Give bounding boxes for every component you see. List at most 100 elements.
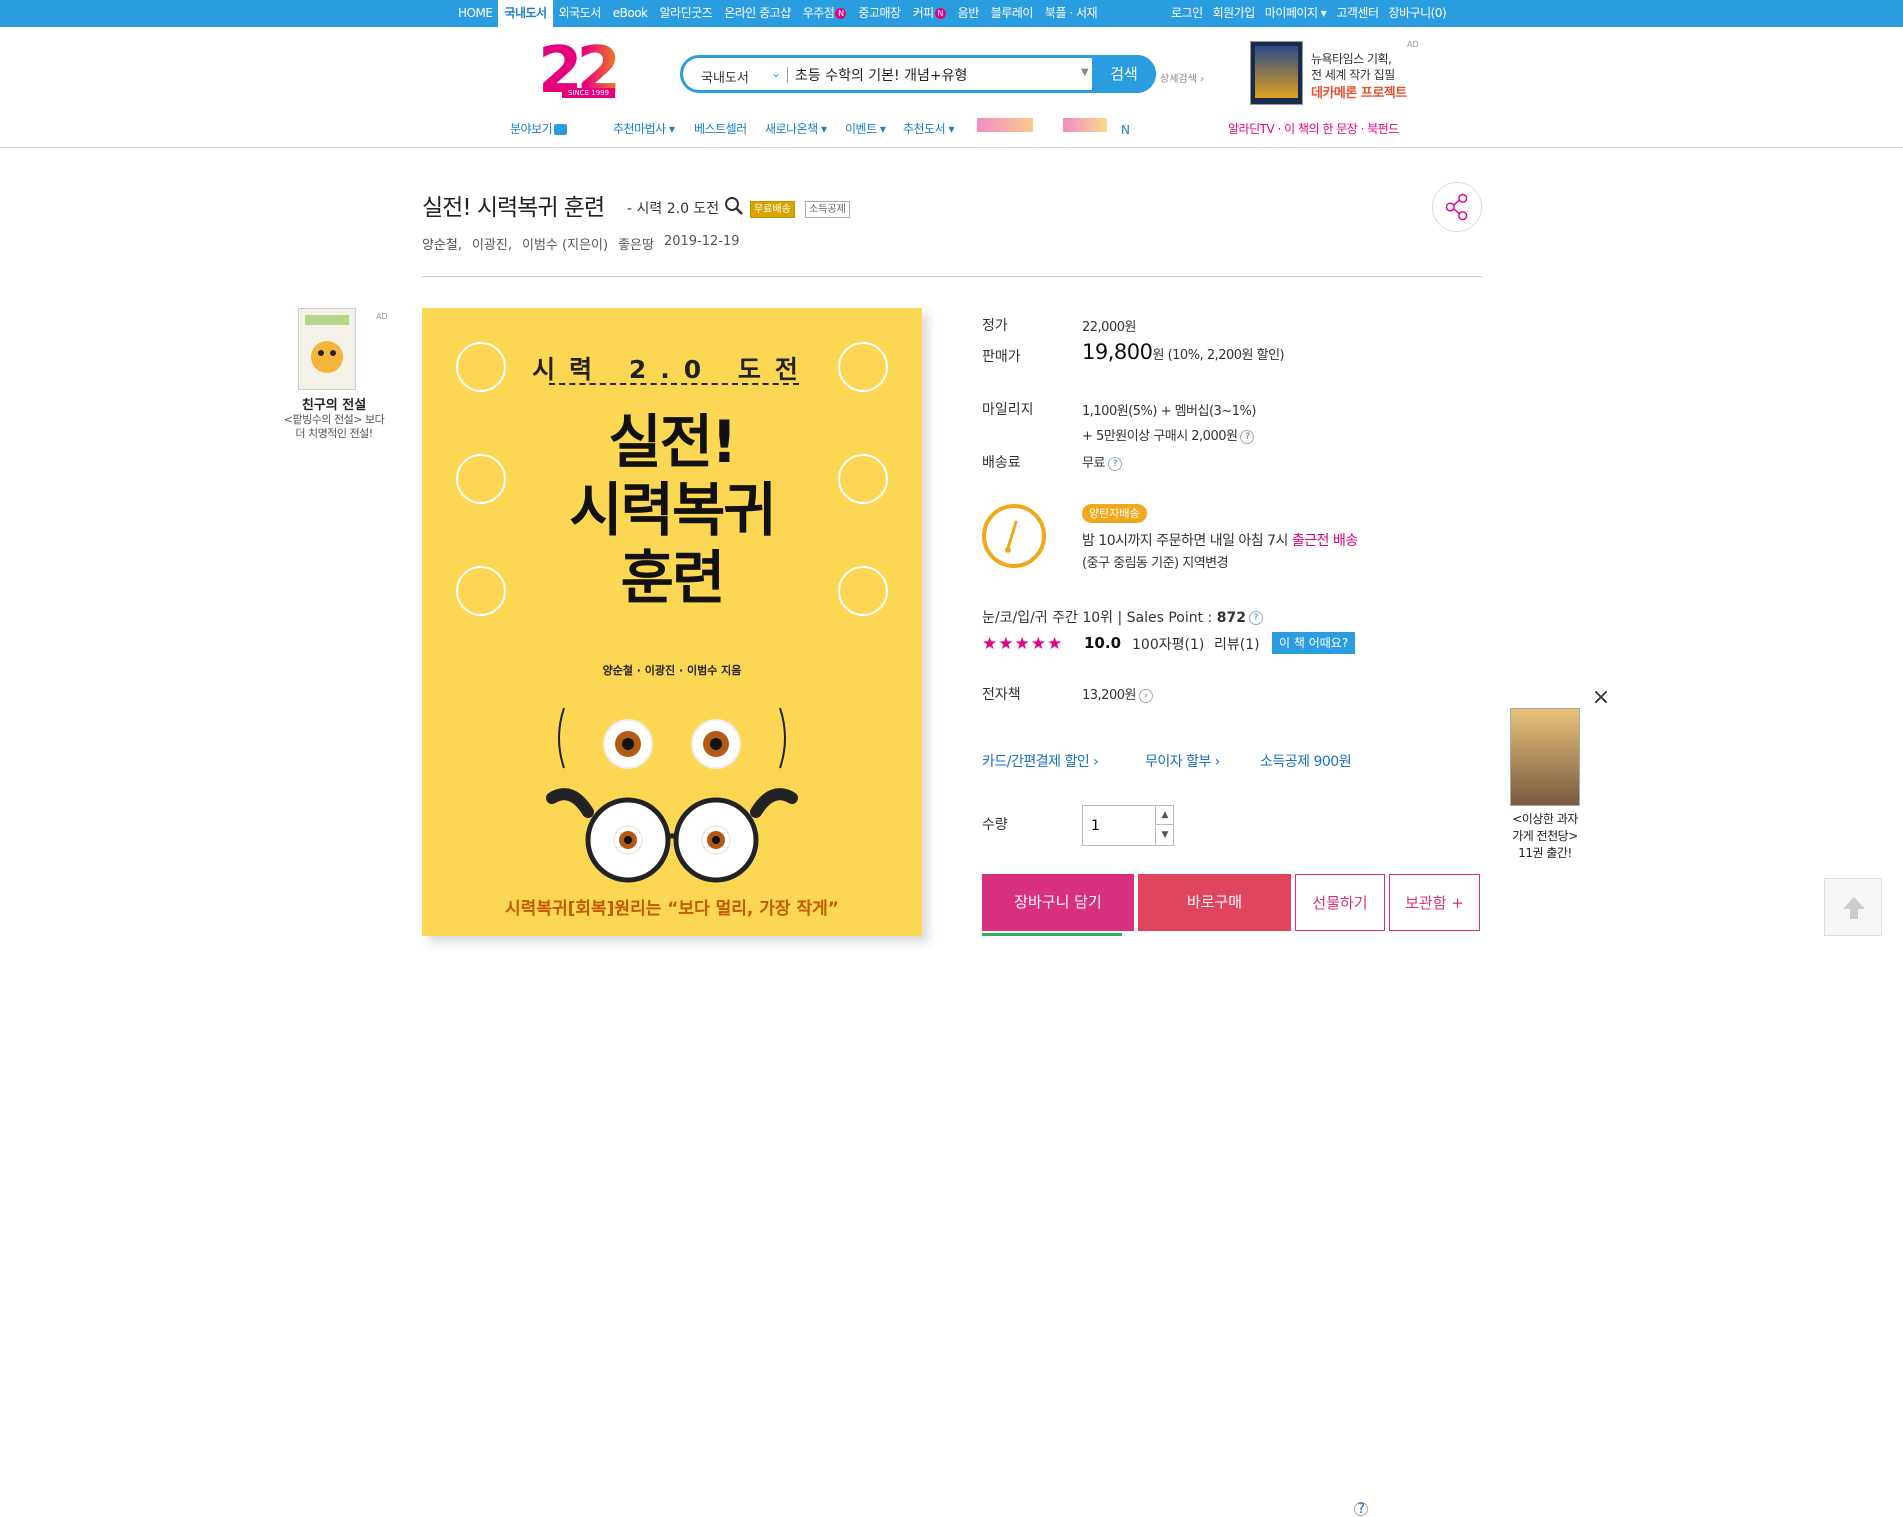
gift-button[interactable]: 선물하기 (1295, 874, 1385, 931)
site-logo[interactable]: 22 SINCE 1999 (538, 39, 630, 103)
nav-domestic-books[interactable]: 국내도서 (498, 0, 553, 27)
detail-search-link[interactable]: 상세검색 › (1160, 70, 1204, 85)
eye-chart-icon (838, 342, 888, 392)
nav-space-store-label: 우주점 (802, 6, 835, 20)
tax-deduction-badge: 소득공제 (805, 201, 850, 218)
author-link[interactable]: 양순철, (422, 234, 462, 253)
logo-since: SINCE 1999 (562, 88, 616, 98)
nav-bookple[interactable]: 북플 · 서재 (1039, 0, 1103, 27)
help-icon[interactable]: ? (1354, 1502, 1369, 1516)
nav-coffee-label: 커피 (912, 6, 935, 20)
how-is-this-book-button[interactable]: 이 책 어때요? (1272, 632, 1356, 654)
publisher-link[interactable]: 좋은땅 (618, 234, 654, 253)
autocomplete-toggle-icon[interactable]: ▼ (1081, 67, 1089, 78)
ad-book-cover (1510, 708, 1580, 806)
author-link[interactable]: 이범수 (지은이) (522, 234, 608, 253)
mypage-link[interactable]: 마이페이지 ▾ (1260, 0, 1332, 27)
ad-label: AD (1407, 40, 1419, 49)
installment-link[interactable]: 무이자 할부 › (1145, 751, 1220, 771)
chevron-right-icon[interactable]: › (1138, 688, 1153, 703)
share-icon[interactable] (1432, 182, 1482, 232)
new-badge: N (835, 8, 847, 19)
subnav-new-books[interactable]: 새로나온책 ▾ (765, 120, 827, 137)
new-badge: N (934, 8, 946, 19)
nav-used-online[interactable]: 온라인 중고샵 (718, 0, 797, 27)
browse-label: 분야보기 (510, 122, 553, 136)
nav-coffee[interactable]: 커피 N (907, 0, 952, 27)
search-button[interactable]: 검색 (1092, 55, 1156, 93)
carpet-delivery-badge: 양탄자배송 (1082, 504, 1147, 523)
browse-categories[interactable]: 분야보기 (510, 120, 568, 137)
shipping-text: 무료 (1082, 456, 1105, 471)
book-subtitle: - 시력 2.0 도전 (627, 201, 720, 217)
nav-home[interactable]: HOME (452, 0, 498, 27)
nav-bluray[interactable]: 블루레이 (985, 0, 1039, 27)
search-input[interactable] (795, 64, 1055, 86)
crosshair-icon (838, 454, 888, 504)
new-badge: N (1121, 123, 1130, 137)
nav-music[interactable]: 음반 (952, 0, 985, 27)
subnav-right-links[interactable]: 알라딘TV · 이 책의 한 문장 · 북펀드 (1228, 120, 1399, 137)
short-review-link[interactable]: 100자평(1) (1132, 634, 1204, 654)
page-title: 실전! 시력복귀 훈련 (422, 195, 605, 221)
header-ad[interactable]: 뉴욕타임스 기획, 전 세계 작가 집필 데카메론 프로젝트 AD (1250, 40, 1420, 106)
promo-banner-icon-2[interactable] (1063, 118, 1107, 132)
subnav-bestseller[interactable]: 베스트셀러 (694, 120, 747, 137)
cover-dashed-line (549, 383, 799, 385)
top-nav: HOME 국내도서 외국도서 eBook 알라딘굿즈 온라인 중고샵 우주점 N … (452, 0, 1103, 27)
ad-line-3: 데카메론 프로젝트 (1311, 86, 1407, 101)
nav-used-store[interactable]: 중고매장 (852, 0, 906, 27)
ebook-price[interactable]: 13,200원 › (1082, 684, 1153, 703)
promo-banner-icon[interactable] (977, 118, 1033, 132)
top-nav-bar: HOME 국내도서 외국도서 eBook 알라딘굿즈 온라인 중고샵 우주점 N … (0, 0, 1903, 27)
shipping-label: 배송료 (982, 455, 1021, 471)
tax-deduction-link[interactable]: 소득공제 900원? (1260, 751, 1369, 1516)
scroll-to-top-button[interactable] (1824, 878, 1882, 936)
subnav-events[interactable]: 이벤트 ▾ (845, 120, 886, 137)
ad-text-2: 가게 전천당> (1512, 829, 1578, 843)
tax-deduction-text: 소득공제 900원 (1260, 754, 1352, 770)
ad-label: AD (376, 312, 388, 321)
help-icon[interactable]: ? (1240, 429, 1255, 444)
decrement-icon[interactable]: ▼ (1155, 826, 1174, 845)
subnav-recommended[interactable]: 추천도서 ▾ (903, 120, 955, 137)
add-to-cart-button[interactable]: 장바구니 담기 (982, 874, 1134, 931)
nav-space-store[interactable]: 우주점 N (797, 0, 853, 27)
mileage-line-2-text: + 5만원이상 구매시 2,000원 (1082, 429, 1238, 444)
subnav-recommend-wizard[interactable]: 추천마법사 ▾ (613, 120, 675, 137)
book-cover-image[interactable]: 시력 2.0 도전 실전! 시력복귀 훈련 양순철 · 이광진 · 이범수 지음… (422, 308, 922, 936)
chevron-down-icon[interactable]: ⌄ (771, 66, 781, 80)
review-link[interactable]: 리뷰(1) (1214, 634, 1260, 654)
sale-price-label: 판매가 (982, 349, 1021, 365)
card-discount-link[interactable]: 카드/간편결제 할인 › (982, 751, 1099, 771)
ad-line-1: 뉴욕타임스 기획, (1311, 52, 1392, 66)
help-icon[interactable]: ? (1107, 456, 1122, 471)
sales-point-value: 872 (1216, 610, 1246, 626)
wishlist-button[interactable]: 보관함 + (1389, 874, 1480, 931)
buy-now-button[interactable]: 바로구매 (1138, 874, 1291, 931)
search-category-select[interactable]: 국내도서 (701, 67, 749, 86)
author-link[interactable]: 이광진, (472, 234, 512, 253)
increment-icon[interactable]: ▲ (1155, 806, 1174, 825)
nav-goods[interactable]: 알라딘굿즈 (654, 0, 719, 27)
nav-ebook[interactable]: eBook (607, 0, 654, 27)
login-link[interactable]: 로그인 (1166, 0, 1208, 27)
delivery-line-2[interactable]: (중구 중림동 기준) 지역변경 (1082, 552, 1229, 571)
cart-link[interactable]: 장바구니(0) (1384, 0, 1452, 27)
ad-book-cover (298, 308, 356, 390)
signup-link[interactable]: 회원가입 (1208, 0, 1260, 27)
search-separator (787, 67, 788, 83)
help-icon[interactable]: ? (1248, 611, 1263, 625)
quantity-input[interactable] (1083, 806, 1155, 845)
sale-price-note: (10%, 2,200원 할인) (1167, 348, 1285, 363)
search-icon[interactable] (724, 196, 744, 216)
cover-authors: 양순철 · 이광진 · 이범수 지음 (602, 664, 742, 677)
sale-price-unit: 원 (1152, 348, 1164, 363)
support-link[interactable]: 고객센터 (1331, 0, 1383, 27)
glasses-icon (838, 566, 888, 616)
rating-score: 10.0 (1084, 634, 1122, 652)
nav-foreign-books[interactable]: 외국도서 (553, 0, 607, 27)
delivery-line-1: 밤 10시까지 주문하면 내일 아침 7시 출근전 배송 (1082, 530, 1358, 550)
ad-text-1: <이상한 과자 (1512, 812, 1578, 826)
close-icon[interactable]: × (1590, 687, 1612, 710)
